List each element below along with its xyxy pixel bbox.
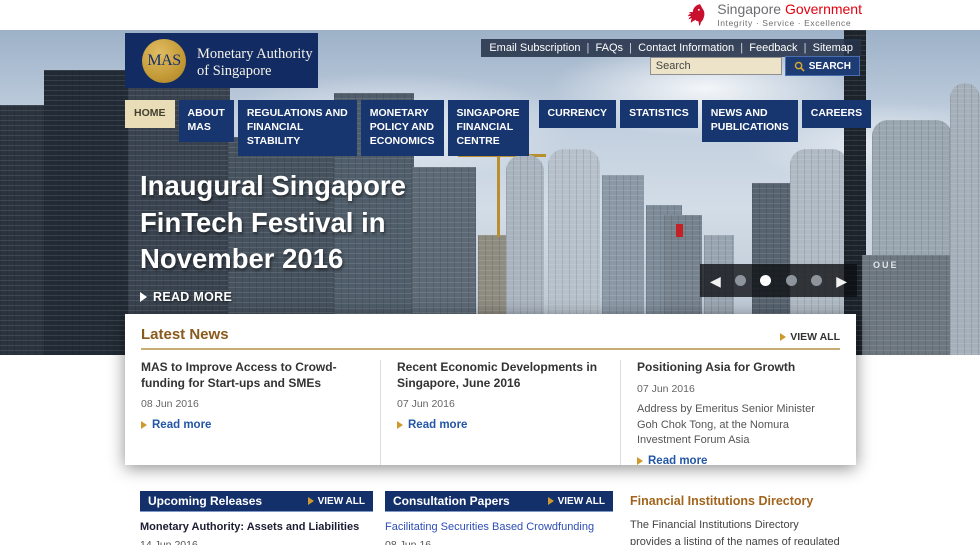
article-date: 08 Jun 2016 (141, 398, 366, 410)
mas-homepage: Singapore Government Integrity · Service… (0, 0, 980, 545)
singapore-government-logo: Singapore Government Integrity · Service… (683, 2, 862, 29)
article-date: 07 Jun 2016 (637, 383, 826, 395)
nav-singapore-financial-centre[interactable]: SINGAPORE FINANCIAL CENTRE (448, 100, 529, 156)
latest-news-card: Latest News VIEW ALL MAS to Improve Acce… (125, 314, 856, 465)
latest-news-articles: MAS to Improve Access to Crowd-funding f… (141, 360, 840, 465)
arrow-right-icon (548, 497, 554, 505)
release-item-title[interactable]: Monetary Authority: Assets and Liabiliti… (140, 521, 373, 533)
carousel-controls: ◀ ▶ (700, 264, 857, 297)
utility-links-bar: Email SubscriptionFAQsContact Informatio… (481, 39, 861, 57)
gov-name-red: Government (785, 1, 862, 17)
search-button-label: SEARCH (809, 61, 851, 72)
article-excerpt: Address by Emeritus Senior Minister Goh … (637, 402, 826, 450)
link-contact-information[interactable]: Contact Information (638, 42, 749, 54)
release-item-date: 14 Jun 2016 (140, 539, 373, 545)
arrow-right-icon (397, 421, 403, 429)
gov-strip: Singapore Government Integrity · Service… (0, 0, 980, 30)
financial-institutions-directory-section: Financial Institutions Directory The Fin… (630, 491, 858, 545)
consultation-item-link[interactable]: Facilitating Securities Based Crowdfundi… (385, 521, 613, 533)
building-logo (676, 224, 683, 237)
article-read-more[interactable]: Read more (637, 455, 826, 465)
upcoming-releases-section: Upcoming Releases VIEW ALL Monetary Auth… (140, 491, 373, 545)
news-article: Positioning Asia for Growth 07 Jun 2016 … (621, 360, 840, 465)
search-input[interactable] (650, 57, 782, 75)
hero-read-more[interactable]: READ MORE (140, 290, 232, 304)
carousel-prev-icon[interactable]: ◀ (710, 274, 721, 288)
hero-title: Inaugural Singapore FinTech Festival in … (140, 168, 406, 278)
link-faqs[interactable]: FAQs (596, 42, 639, 54)
search-bar: SEARCH (650, 56, 860, 76)
building (950, 83, 980, 355)
mas-logo[interactable]: MAS Monetary Authority of Singapore (125, 33, 318, 88)
arrow-right-icon (140, 292, 147, 302)
main-nav: HOME ABOUT MAS REGULATIONS AND FINANCIAL… (125, 100, 871, 156)
carousel-dot-1[interactable] (735, 275, 746, 286)
fi-directory-title[interactable]: Financial Institutions Directory (630, 494, 858, 508)
nav-regulations-financial-stability[interactable]: REGULATIONS AND FINANCIAL STABILITY (238, 100, 357, 156)
consultation-papers-section: Consultation Papers VIEW ALL Facilitatin… (385, 491, 613, 545)
nav-careers[interactable]: CAREERS (802, 100, 871, 128)
nav-statistics[interactable]: STATISTICS (620, 100, 698, 128)
mas-logo-circle: MAS (142, 39, 186, 83)
gov-tagline: Integrity · Service · Excellence (717, 18, 862, 28)
carousel-dot-3[interactable] (786, 275, 797, 286)
consultation-papers-header: Consultation Papers VIEW ALL (385, 491, 613, 512)
link-feedback[interactable]: Feedback (749, 42, 812, 54)
gov-name-gray: Singapore (717, 1, 781, 17)
building (0, 105, 46, 355)
nav-about-mas[interactable]: ABOUT MAS (179, 100, 234, 142)
lion-icon (683, 2, 709, 29)
upcoming-releases-header: Upcoming Releases VIEW ALL (140, 491, 373, 512)
latest-news-title: Latest News (141, 326, 229, 343)
carousel-next-icon[interactable]: ▶ (836, 274, 847, 288)
building (44, 70, 130, 355)
link-email-subscription[interactable]: Email Subscription (489, 42, 595, 54)
search-icon (794, 61, 805, 72)
article-title[interactable]: Recent Economic Developments in Singapor… (397, 360, 606, 391)
hero-read-more-label: READ MORE (153, 290, 232, 304)
section-title: Upcoming Releases (148, 494, 262, 508)
arrow-right-icon (141, 421, 147, 429)
arrow-right-icon (308, 497, 314, 505)
article-read-more[interactable]: Read more (397, 419, 606, 431)
fi-directory-body: The Financial Institutions Directory pro… (630, 517, 842, 545)
view-all-label: VIEW ALL (790, 331, 840, 343)
view-all-label: VIEW ALL (558, 496, 605, 507)
nav-home[interactable]: HOME (125, 100, 175, 128)
article-title[interactable]: MAS to Improve Access to Crowd-funding f… (141, 360, 366, 391)
arrow-right-icon (780, 333, 786, 341)
arrow-right-icon (637, 457, 643, 465)
consultation-item-date: 08 Jun 16 (385, 539, 613, 545)
view-all-label: VIEW ALL (318, 496, 365, 507)
nav-news-publications[interactable]: NEWS AND PUBLICATIONS (702, 100, 798, 142)
read-more-label: Read more (408, 419, 467, 431)
carousel-dot-2-active[interactable] (760, 275, 771, 286)
latest-news-view-all[interactable]: VIEW ALL (780, 331, 840, 343)
section-title: Consultation Papers (393, 494, 510, 508)
article-read-more[interactable]: Read more (141, 419, 366, 431)
read-more-label: Read more (152, 419, 211, 431)
latest-news-header: Latest News VIEW ALL (141, 326, 840, 350)
oue-building-sign: OUE (873, 260, 899, 270)
mas-logo-text: Monetary Authority of Singapore (197, 46, 313, 80)
article-title[interactable]: Positioning Asia for Growth (637, 360, 826, 376)
mas-abbr: MAS (147, 52, 180, 70)
news-article: MAS to Improve Access to Crowd-funding f… (141, 360, 381, 465)
read-more-label: Read more (648, 455, 707, 465)
link-sitemap[interactable]: Sitemap (813, 42, 853, 54)
search-button[interactable]: SEARCH (785, 56, 860, 76)
nav-currency[interactable]: CURRENCY (539, 100, 617, 128)
nav-monetary-policy-economics[interactable]: MONETARY POLICY AND ECONOMICS (361, 100, 444, 156)
upcoming-releases-view-all[interactable]: VIEW ALL (308, 496, 365, 507)
news-article: Recent Economic Developments in Singapor… (381, 360, 621, 465)
carousel-dot-4[interactable] (811, 275, 822, 286)
gov-text: Singapore Government Integrity · Service… (717, 2, 862, 28)
consultation-papers-view-all[interactable]: VIEW ALL (548, 496, 605, 507)
article-date: 07 Jun 2016 (397, 398, 606, 410)
crane-icon (497, 155, 500, 237)
